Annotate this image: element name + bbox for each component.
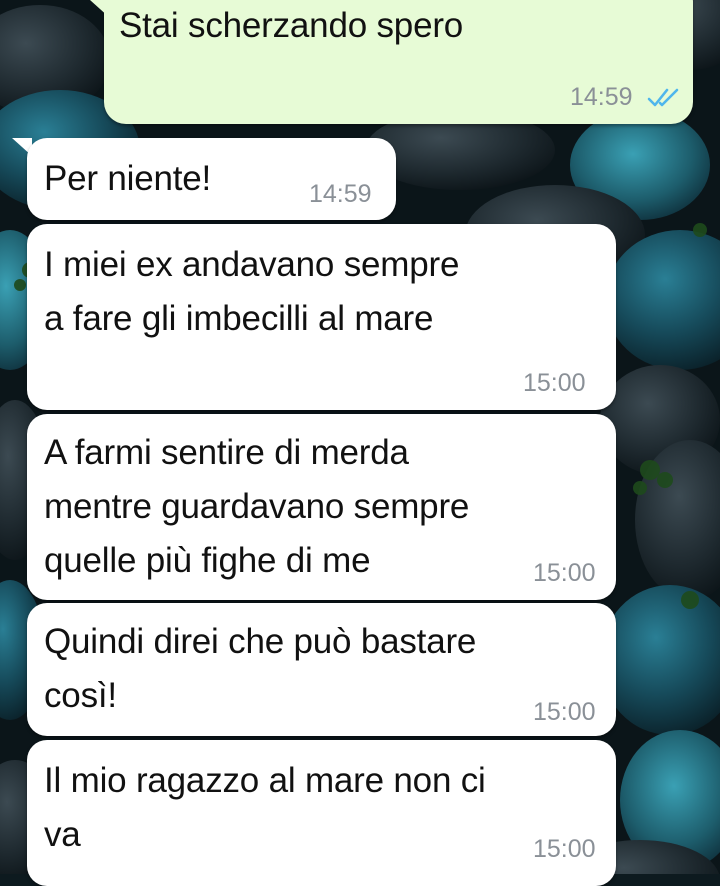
message-time: 15:00 xyxy=(533,559,596,587)
message-time: 15:00 xyxy=(533,698,596,726)
message-text: Quindi direi che può bastare così! xyxy=(44,622,477,715)
message-bubble-incoming[interactable]: Il mio ragazzo al mare non ci va 15:00 xyxy=(27,740,616,886)
message-text: A farmi sentire di merda mentre guardava… xyxy=(44,433,470,580)
outgoing-bubble-tail xyxy=(90,0,110,18)
message-bubble-incoming[interactable]: I miei ex andavano sempre a fare gli imb… xyxy=(27,224,616,410)
message-bubble-incoming[interactable]: A farmi sentire di merda mentre guardava… xyxy=(27,414,616,600)
message-text: Per niente! xyxy=(44,159,212,198)
message-text: Stai scherzando spero xyxy=(119,6,464,45)
message-bubble-incoming[interactable]: Per niente! 14:59 xyxy=(27,138,396,220)
message-text: Il mio ragazzo al mare non ci va xyxy=(44,761,486,854)
message-time: 15:00 xyxy=(523,369,586,397)
message-time: 15:00 xyxy=(533,835,596,863)
message-time: 14:59 xyxy=(309,180,372,208)
message-bubble-incoming[interactable]: Quindi direi che può bastare così! 15:00 xyxy=(27,603,616,736)
message-text: I miei ex andavano sempre a fare gli imb… xyxy=(44,245,460,338)
message-time: 14:59 xyxy=(570,83,633,111)
double-check-read-icon xyxy=(647,88,679,107)
message-bubble-outgoing[interactable]: Stai scherzando spero 14:59 xyxy=(104,0,693,124)
